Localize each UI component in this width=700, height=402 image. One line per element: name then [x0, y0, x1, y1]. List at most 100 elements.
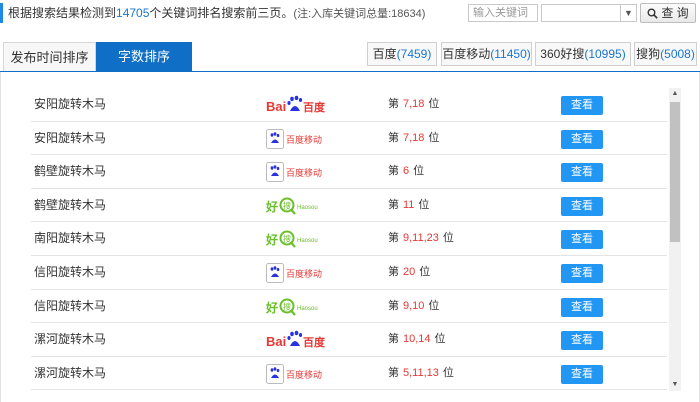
engine-filter-baidu[interactable]: 百度(7459): [367, 42, 437, 66]
result-row: 南阳旋转木马 好搜 Haosou 第 9,11,23 位 查看: [31, 222, 667, 256]
accent-bar: [0, 3, 3, 23]
results-panel: 安阳旋转木马 Bai 百度第 7,18 位查看 安阳旋转木马 百度移动第 7,18 位查看 鹤壁旋…: [0, 72, 700, 402]
rank-suffix: 位: [434, 333, 446, 346]
svg-text:搜: 搜: [283, 200, 291, 210]
view-button[interactable]: 查看: [561, 163, 603, 183]
rank-value: 11: [403, 198, 415, 211]
rank-suffix: 位: [442, 232, 454, 245]
rank-prefix: 第: [388, 232, 399, 245]
row-keyword: 鹤壁旋转木马: [34, 164, 107, 179]
keyword-input[interactable]: 输入关键词: [468, 4, 538, 22]
summary-note: (注:入库关键词总量:18634): [293, 8, 426, 20]
engine-count: (5008): [660, 47, 695, 61]
view-button[interactable]: 查看: [561, 196, 603, 216]
engine-filter-sogou[interactable]: 搜狗(5008): [634, 42, 697, 66]
row-rank: 第6位: [388, 155, 424, 188]
rank-value: 6: [403, 165, 410, 178]
rank-prefix: 第: [388, 265, 399, 278]
tab-word-count[interactable]: 字数排序: [96, 42, 192, 71]
result-row: 安阳旋转木马 Bai 百度 第 7,18 位 查看: [31, 88, 667, 122]
svg-text:好: 好: [266, 199, 278, 214]
rank-value: 5,11,13: [403, 366, 439, 379]
summary-text: 根据搜索结果检测到14705个关键词排名搜索前三页。(注:入库关键词总量:186…: [8, 5, 425, 22]
result-row: 漯河旋转木马 Bai 百度 第 10,14 位 查看: [31, 323, 667, 357]
svg-text:百度移动: 百度移动: [286, 369, 322, 381]
row-keyword: 漯河旋转木马: [34, 365, 107, 380]
rank-value: 7,18: [403, 98, 425, 110]
chevron-down-icon[interactable]: ▼: [620, 5, 636, 21]
rank-suffix: 位: [442, 366, 454, 379]
result-row: 信阳旋转木马 好搜 Haosou 第 9,10 位 查看: [31, 290, 667, 324]
rank-prefix: 第: [388, 98, 399, 110]
haosou-logo-icon: 好搜 Haosou: [266, 298, 318, 316]
haosou-logo-icon: 好搜 Haosou: [266, 197, 318, 215]
svg-text:好: 好: [266, 232, 278, 247]
search-button-label: 查 询: [661, 6, 689, 20]
engine-count: (10995): [584, 47, 626, 61]
view-button[interactable]: 查看: [561, 297, 603, 317]
svg-text:百度: 百度: [303, 100, 326, 114]
rank-value: 7,18: [403, 131, 425, 144]
baidu-mobile-logo-icon: 百度移动: [266, 128, 322, 149]
sort-tabs: 发布时间排序 字数排序 百度(7459) 百度移动(11450) 360好搜(1…: [0, 42, 700, 72]
rank-suffix: 位: [428, 299, 440, 312]
top-bar: 根据搜索结果检测到14705个关键词排名搜索前三页。(注:入库关键词总量:186…: [0, 0, 700, 30]
row-keyword: 鹤壁旋转木马: [34, 197, 107, 212]
row-rank: 第 11 位: [388, 189, 429, 222]
svg-text:Bai: Bai: [266, 99, 286, 114]
view-button[interactable]: 查看: [561, 129, 603, 149]
baidu-logo-icon: Bai 百度: [266, 95, 326, 114]
rank-prefix: 第: [388, 165, 399, 178]
row-keyword: 漯河旋转木马: [34, 332, 107, 347]
summary-prefix: 根据搜索结果检测到: [8, 6, 117, 20]
engine-filter-360[interactable]: 360好搜(10995): [535, 42, 631, 66]
rank-suffix: 位: [418, 198, 430, 211]
haosou-logo-icon: 好搜 Haosou: [266, 230, 318, 249]
row-rank: 第 9,10 位: [388, 290, 439, 323]
engine-filter-baidu-mobile[interactable]: 百度移动(11450): [441, 42, 532, 66]
svg-text:Haosou: Haosou: [297, 306, 318, 312]
rank-value: 9,10: [403, 299, 425, 312]
scroll-up-arrow-icon[interactable]: ▲: [669, 88, 681, 100]
keyword-select[interactable]: ▼: [541, 4, 637, 22]
rank-suffix: 位: [413, 165, 425, 178]
engine-name: 360好搜: [540, 47, 585, 61]
rank-value: 9,11,23: [403, 232, 439, 245]
svg-text:好: 好: [266, 300, 278, 315]
view-button[interactable]: 查看: [561, 364, 603, 384]
engine-name: 百度移动: [442, 47, 491, 61]
svg-text:百度移动: 百度移动: [286, 268, 322, 280]
view-button[interactable]: 查看: [561, 263, 603, 283]
keyword-count: 14705: [116, 6, 150, 20]
rank-prefix: 第: [388, 333, 399, 346]
row-rank: 第 9,11,23 位: [388, 222, 454, 255]
rank-value: 10,14: [403, 333, 431, 346]
view-button[interactable]: 查看: [561, 96, 603, 115]
svg-text:搜: 搜: [283, 301, 291, 311]
scrollbar-thumb[interactable]: [670, 102, 680, 242]
result-row: 信阳旋转木马 百度移动 第 20 位 查看: [31, 256, 667, 290]
rank-suffix: 位: [419, 265, 431, 278]
results-list: 安阳旋转木马 Bai 百度第 7,18 位查看 安阳旋转木马 百度移动第 7,18 位查看 鹤壁旋…: [31, 88, 667, 391]
svg-text:搜: 搜: [283, 234, 291, 244]
tab-publish-time[interactable]: 发布时间排序: [3, 42, 96, 71]
row-keyword: 南阳旋转木马: [34, 231, 107, 246]
svg-text:百度: 百度: [303, 335, 326, 349]
result-row: 安阳旋转木马 百度移动 第 7,18 位 查看: [31, 122, 667, 156]
scrollbar[interactable]: ▲ ▼: [669, 88, 681, 391]
result-row: 鹤壁旋转木马 好搜 Haosou 第 11 位 查看: [31, 189, 667, 223]
row-rank: 第 7,18 位: [388, 122, 439, 155]
engine-name: 搜狗: [636, 47, 661, 61]
view-button[interactable]: 查看: [561, 230, 603, 250]
view-button[interactable]: 查看: [561, 331, 603, 351]
rank-suffix: 位: [428, 98, 440, 110]
svg-text:百度移动: 百度移动: [286, 167, 322, 179]
search-button[interactable]: 查 询: [640, 3, 696, 23]
scroll-down-arrow-icon[interactable]: ▼: [669, 379, 681, 391]
baidu-mobile-logo-icon: 百度移动: [266, 162, 322, 183]
row-keyword: 安阳旋转木马: [34, 97, 107, 111]
svg-text:Haosou: Haosou: [297, 205, 318, 211]
engine-count: (7459): [396, 47, 432, 61]
baidu-mobile-logo-icon: 百度移动: [266, 363, 322, 384]
row-keyword: 信阳旋转木马: [34, 298, 107, 313]
